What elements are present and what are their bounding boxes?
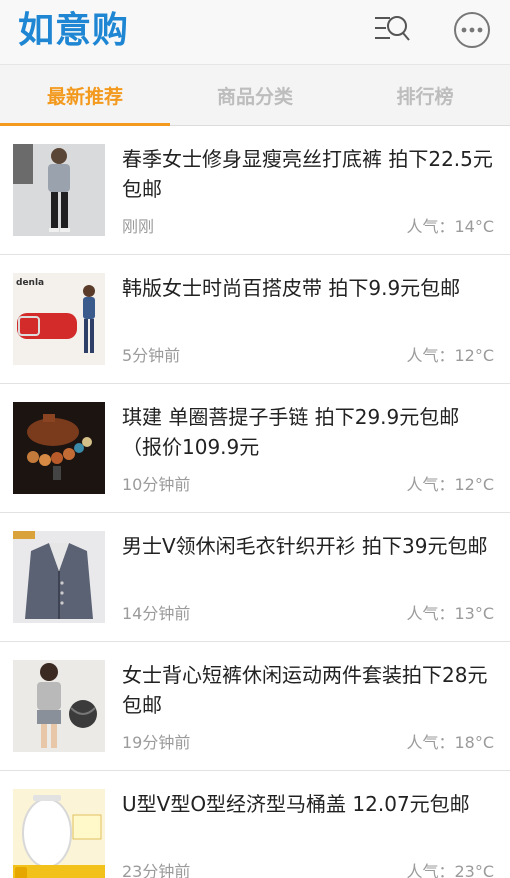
item-time: 14分钟前 [122, 604, 191, 623]
item-title[interactable]: 男士V领休闲毛衣针织开衫 拍下39元包邮 [122, 531, 494, 591]
item-popularity: 人气：12°C [406, 475, 494, 494]
item-time: 刚刚 [122, 217, 155, 236]
tab-bar: 最新推荐 商品分类 排行榜 [0, 64, 510, 126]
app-header: 如意购 [0, 0, 510, 64]
list-item[interactable]: 男士V领休闲毛衣针织开衫 拍下39元包邮 14分钟前 人气：13°C [0, 513, 510, 642]
more-dots-icon[interactable] [452, 10, 492, 50]
item-time: 19分钟前 [122, 733, 191, 752]
red-belt-image[interactable]: denla [13, 273, 105, 365]
product-list: 春季女士修身显瘦亮丝打底裤 拍下22.5元包邮 刚刚 人气：14°C denla… [0, 126, 510, 878]
toilet-lid-image[interactable] [13, 789, 105, 878]
men-cardigan-image[interactable] [13, 531, 105, 623]
list-item[interactable]: 女士背心短裤休闲运动两件套装拍下28元包邮 19分钟前 人气：18°C [0, 642, 510, 771]
tab-ranking[interactable]: 排行榜 [340, 65, 510, 125]
list-item[interactable]: 琪建 单圈菩提子手链 拍下29.9元包邮（报价109.9元 10分钟前 人气：1… [0, 384, 510, 513]
item-title[interactable]: 女士背心短裤休闲运动两件套装拍下28元包邮 [122, 660, 494, 720]
list-item[interactable]: U型V型O型经济型马桶盖 12.07元包邮 23分钟前 人气：23°C [0, 771, 510, 878]
woman-leggings-image[interactable] [13, 144, 105, 236]
search-list-icon[interactable] [372, 10, 412, 50]
item-popularity: 人气：23°C [406, 862, 494, 878]
app-logo[interactable]: 如意购 [18, 8, 129, 54]
item-time: 5分钟前 [122, 346, 181, 365]
tab-categories[interactable]: 商品分类 [170, 65, 340, 125]
item-title[interactable]: 琪建 单圈菩提子手链 拍下29.9元包邮（报价109.9元 [122, 402, 494, 462]
item-popularity: 人气：12°C [406, 346, 494, 365]
item-time: 23分钟前 [122, 862, 191, 878]
item-title[interactable]: U型V型O型经济型马桶盖 12.07元包邮 [122, 789, 494, 849]
item-popularity: 人气：14°C [406, 217, 494, 236]
brand-label: denla [16, 278, 44, 288]
list-item[interactable]: denla 韩版女士时尚百搭皮带 拍下9.9元包邮 5分钟前 人气：12°C [0, 255, 510, 384]
list-item[interactable]: 春季女士修身显瘦亮丝打底裤 拍下22.5元包邮 刚刚 人气：14°C [0, 126, 510, 255]
sport-set-image[interactable] [13, 660, 105, 752]
item-title[interactable]: 春季女士修身显瘦亮丝打底裤 拍下22.5元包邮 [122, 144, 494, 204]
item-popularity: 人气：13°C [406, 604, 494, 623]
item-popularity: 人气：18°C [406, 733, 494, 752]
bodhi-bracelet-image[interactable] [13, 402, 105, 494]
item-time: 10分钟前 [122, 475, 191, 494]
item-title[interactable]: 韩版女士时尚百搭皮带 拍下9.9元包邮 [122, 273, 494, 333]
tab-latest[interactable]: 最新推荐 [0, 65, 170, 126]
